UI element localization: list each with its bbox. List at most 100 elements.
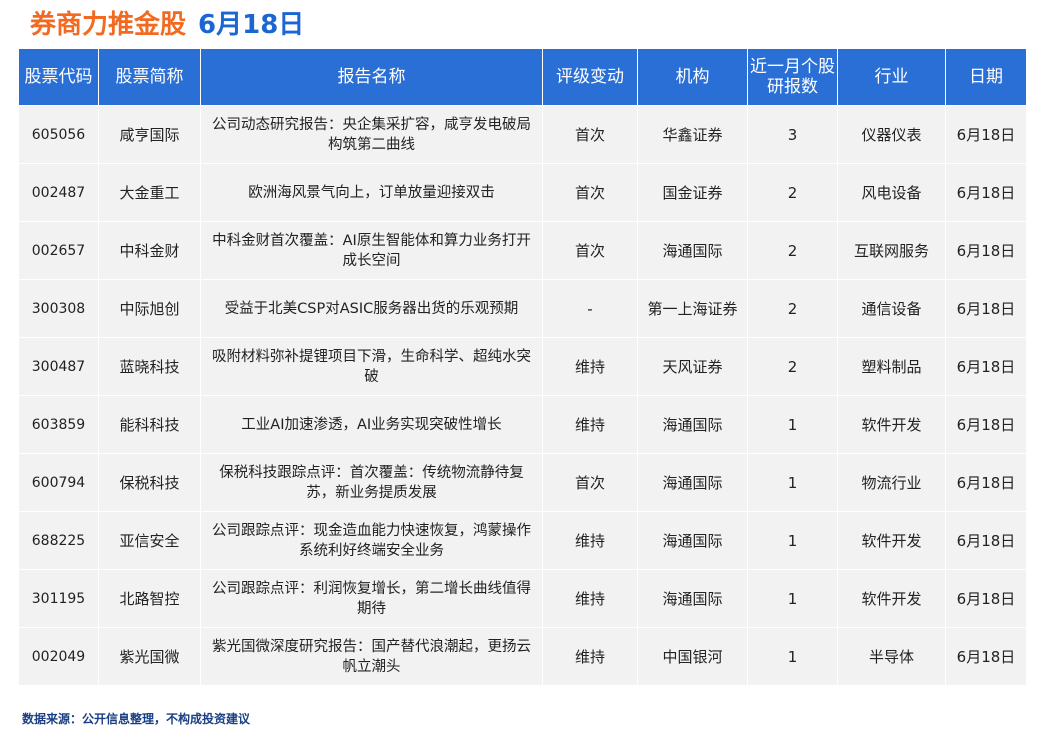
- cell-report-count: 2: [747, 279, 838, 338]
- cell-industry: 软件开发: [837, 569, 946, 628]
- cell-institution: 国金证券: [637, 163, 748, 222]
- cell-date: 6月18日: [945, 337, 1027, 396]
- table-row: 002049 紫光国微 紫光国微深度研究报告：国产替代浪潮起，更扬云帆立潮头 维…: [18, 627, 1027, 686]
- cell-report: 紫光国微深度研究报告：国产替代浪潮起，更扬云帆立潮头: [200, 627, 543, 686]
- table-row: 688225 亚信安全 公司跟踪点评：现金造血能力快速恢复，鸿蒙操作系统利好终端…: [18, 511, 1027, 570]
- cell-institution: 海通国际: [637, 511, 748, 570]
- cell-code: 300487: [18, 337, 99, 396]
- title-main: 券商力推金股: [30, 10, 187, 40]
- cell-rating: 首次: [542, 221, 638, 280]
- cell-institution: 第一上海证券: [637, 279, 748, 338]
- cell-name: 紫光国微: [98, 627, 201, 686]
- data-source-note: 数据来源：公开信息整理，不构成投资建议: [22, 712, 251, 726]
- page-title: 券商力推金股 6月18日: [30, 6, 304, 44]
- cell-code: 600794: [18, 453, 99, 512]
- cell-rating: 维持: [542, 337, 638, 396]
- cell-industry: 软件开发: [837, 511, 946, 570]
- title-date: 6月18日: [198, 10, 305, 40]
- cell-date: 6月18日: [945, 163, 1027, 222]
- cell-code: 002487: [18, 163, 99, 222]
- header-report-count: 近一月个股研报数: [747, 48, 838, 106]
- cell-report-count: 1: [747, 627, 838, 686]
- cell-report-count: 1: [747, 453, 838, 512]
- table-row: 603859 能科科技 工业AI加速渗透，AI业务实现突破性增长 维持 海通国际…: [18, 395, 1027, 454]
- cell-rating: 维持: [542, 627, 638, 686]
- table-row: 600794 保税科技 保税科技跟踪点评：首次覆盖：传统物流静待复苏，新业务提质…: [18, 453, 1027, 512]
- cell-date: 6月18日: [945, 395, 1027, 454]
- cell-industry: 塑料制品: [837, 337, 946, 396]
- cell-date: 6月18日: [945, 221, 1027, 280]
- cell-industry: 仪器仪表: [837, 105, 946, 164]
- cell-code: 002049: [18, 627, 99, 686]
- cell-institution: 中国银河: [637, 627, 748, 686]
- header-name: 股票简称: [98, 48, 201, 106]
- cell-industry: 通信设备: [837, 279, 946, 338]
- cell-institution: 天风证券: [637, 337, 748, 396]
- cell-industry: 半导体: [837, 627, 946, 686]
- cell-institution: 海通国际: [637, 395, 748, 454]
- cell-institution: 海通国际: [637, 569, 748, 628]
- cell-report-count: 1: [747, 395, 838, 454]
- cell-code: 300308: [18, 279, 99, 338]
- cell-name: 咸亨国际: [98, 105, 201, 164]
- cell-date: 6月18日: [945, 453, 1027, 512]
- header-code: 股票代码: [18, 48, 99, 106]
- cell-rating: 首次: [542, 163, 638, 222]
- cell-code: 605056: [18, 105, 99, 164]
- cell-report-count: 2: [747, 221, 838, 280]
- table-row: 300487 蓝晓科技 吸附材料弥补提锂项目下滑，生命科学、超纯水突破 维持 天…: [18, 337, 1027, 396]
- header-industry: 行业: [837, 48, 946, 106]
- table-row: 605056 咸亨国际 公司动态研究报告：央企集采扩容，咸亨发电破局构筑第二曲线…: [18, 105, 1027, 164]
- cell-date: 6月18日: [945, 569, 1027, 628]
- table-row: 002487 大金重工 欧洲海风景气向上，订单放量迎接双击 首次 国金证券 2 …: [18, 163, 1027, 222]
- cell-code: 603859: [18, 395, 99, 454]
- cell-report: 工业AI加速渗透，AI业务实现突破性增长: [200, 395, 543, 454]
- cell-name: 中际旭创: [98, 279, 201, 338]
- cell-code: 002657: [18, 221, 99, 280]
- cell-report: 受益于北美CSP对ASIC服务器出货的乐观预期: [200, 279, 543, 338]
- cell-name: 蓝晓科技: [98, 337, 201, 396]
- cell-report-count: 3: [747, 105, 838, 164]
- header-date: 日期: [945, 48, 1027, 106]
- cell-code: 301195: [18, 569, 99, 628]
- stock-table: 股票代码 股票简称 报告名称 评级变动 机构 近一月个股研报数 行业 日期 60…: [18, 48, 1027, 686]
- cell-rating: 首次: [542, 105, 638, 164]
- cell-industry: 风电设备: [837, 163, 946, 222]
- header-institution: 机构: [637, 48, 748, 106]
- cell-name: 保税科技: [98, 453, 201, 512]
- cell-industry: 物流行业: [837, 453, 946, 512]
- table-row: 301195 北路智控 公司跟踪点评：利润恢复增长，第二增长曲线值得期待 维持 …: [18, 569, 1027, 628]
- cell-institution: 海通国际: [637, 453, 748, 512]
- cell-report-count: 1: [747, 511, 838, 570]
- cell-report: 吸附材料弥补提锂项目下滑，生命科学、超纯水突破: [200, 337, 543, 396]
- cell-report-count: 1: [747, 569, 838, 628]
- cell-report: 公司动态研究报告：央企集采扩容，咸亨发电破局构筑第二曲线: [200, 105, 543, 164]
- cell-date: 6月18日: [945, 511, 1027, 570]
- table-header-row: 股票代码 股票简称 报告名称 评级变动 机构 近一月个股研报数 行业 日期: [18, 48, 1027, 106]
- cell-rating: 首次: [542, 453, 638, 512]
- cell-rating: -: [542, 279, 638, 338]
- cell-report: 中科金财首次覆盖：AI原生智能体和算力业务打开成长空间: [200, 221, 543, 280]
- cell-institution: 海通国际: [637, 221, 748, 280]
- cell-name: 中科金财: [98, 221, 201, 280]
- cell-industry: 互联网服务: [837, 221, 946, 280]
- header-report: 报告名称: [200, 48, 543, 106]
- table-row: 002657 中科金财 中科金财首次覆盖：AI原生智能体和算力业务打开成长空间 …: [18, 221, 1027, 280]
- cell-date: 6月18日: [945, 279, 1027, 338]
- cell-rating: 维持: [542, 395, 638, 454]
- cell-report: 欧洲海风景气向上，订单放量迎接双击: [200, 163, 543, 222]
- cell-name: 北路智控: [98, 569, 201, 628]
- cell-report-count: 2: [747, 337, 838, 396]
- table-row: 300308 中际旭创 受益于北美CSP对ASIC服务器出货的乐观预期 - 第一…: [18, 279, 1027, 338]
- cell-date: 6月18日: [945, 105, 1027, 164]
- cell-date: 6月18日: [945, 627, 1027, 686]
- cell-name: 能科科技: [98, 395, 201, 454]
- cell-report: 保税科技跟踪点评：首次覆盖：传统物流静待复苏，新业务提质发展: [200, 453, 543, 512]
- cell-name: 大金重工: [98, 163, 201, 222]
- cell-rating: 维持: [542, 569, 638, 628]
- cell-institution: 华鑫证券: [637, 105, 748, 164]
- cell-rating: 维持: [542, 511, 638, 570]
- cell-report-count: 2: [747, 163, 838, 222]
- cell-code: 688225: [18, 511, 99, 570]
- header-rating: 评级变动: [542, 48, 638, 106]
